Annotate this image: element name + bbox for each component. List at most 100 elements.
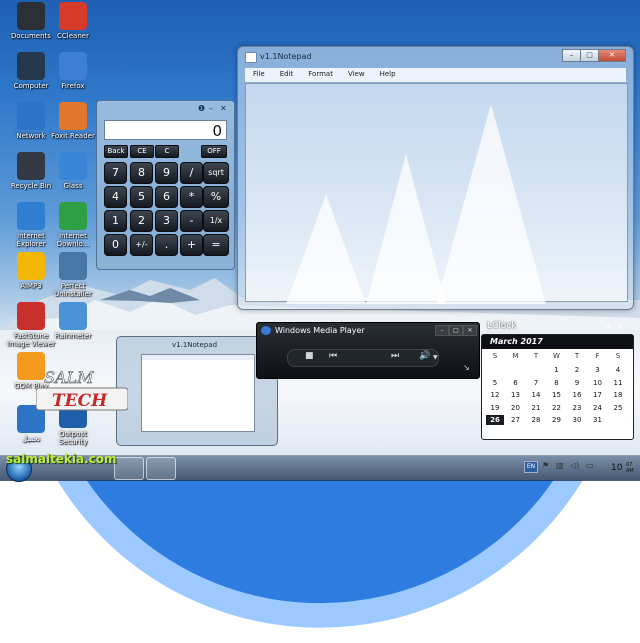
calendar-day[interactable]: 23 — [568, 403, 586, 413]
calc-key[interactable]: 7 — [104, 162, 127, 184]
calc-key[interactable]: 0 — [104, 234, 127, 256]
calc-key[interactable]: 5 — [130, 186, 153, 208]
next-icon[interactable]: ⏭ — [391, 351, 399, 361]
calc-key[interactable]: * — [180, 186, 203, 208]
calc-key[interactable]: 1 — [104, 210, 127, 232]
minus-icon[interactable]: – — [209, 104, 213, 113]
calendar: March 2017 S M T W T F S 1 2 3 4 5 6 7 8 9 10 11 12 13 14 15 1… — [481, 334, 634, 440]
language-indicator[interactable]: EN — [524, 461, 538, 473]
stop-icon[interactable]: ■ — [305, 351, 314, 361]
desktop-icon-raindrop[interactable]: Rainmeter — [48, 302, 98, 350]
calendar-day[interactable]: 2 — [568, 365, 586, 375]
minimize-icon[interactable]: – — [562, 49, 581, 62]
volume-icon[interactable]: 🔊 — [419, 351, 430, 361]
calculator-widget[interactable]: ❶ – ✕ 0 Back CE C OFF 7 8 9/sqrt 4 5 6 *% 1 2 3-1/x 0 +… — [96, 100, 235, 270]
calendar-day[interactable]: 30 — [568, 415, 586, 425]
notepad-text-area[interactable] — [245, 83, 628, 304]
calc-key[interactable]: 9 — [155, 162, 178, 184]
restore-icon[interactable]: □ — [449, 325, 463, 336]
calc-off-button[interactable]: OFF — [201, 145, 227, 158]
pin-icon[interactable]: ⊿ — [605, 322, 611, 330]
calendar-day[interactable]: 3 — [589, 365, 607, 375]
thumbnail-window-preview[interactable] — [141, 354, 255, 432]
calendar-day[interactable]: 6 — [507, 378, 525, 388]
calendar-day[interactable]: 5 — [486, 378, 504, 388]
close-icon[interactable]: ✕ — [463, 325, 477, 336]
close-icon[interactable]: ✕ — [220, 104, 227, 113]
calc-back-button[interactable]: Back — [104, 145, 128, 158]
calendar-day[interactable]: 10 — [589, 378, 607, 388]
calc-ce-button[interactable]: CE — [130, 145, 154, 158]
tray-flag-icon[interactable]: ⚑ — [542, 461, 549, 470]
clock-widget[interactable]: LClock ⊿ ✕ March 2017 S M T W T F S 1 2 3 4 5 6 7 8 9 10… — [481, 320, 634, 440]
calendar-day[interactable]: 14 — [527, 390, 545, 400]
tray-battery-icon[interactable]: ▭ — [586, 461, 594, 470]
calc-key[interactable]: sqrt — [203, 162, 229, 184]
calendar-day[interactable]: 1 — [548, 365, 566, 375]
calendar-day[interactable]: 25 — [609, 403, 627, 413]
calendar-day[interactable]: 17 — [589, 390, 607, 400]
calendar-day[interactable]: 28 — [527, 415, 545, 425]
desktop-icon-trash[interactable]: Perfect Uninstaller — [48, 252, 98, 300]
calc-key[interactable]: 2 — [130, 210, 153, 232]
menu-format[interactable]: Format — [300, 68, 340, 82]
notepad-window[interactable]: v1.1Notepad – □ ✕ File Edit Format View … — [237, 46, 634, 310]
minimize-icon[interactable]: – — [435, 325, 449, 336]
close-icon[interactable]: ✕ — [617, 322, 623, 330]
calendar-day[interactable]: 20 — [507, 403, 525, 413]
calendar-day[interactable]: 4 — [609, 365, 627, 375]
desktop-icon-pdf[interactable]: Foxit Reader — [48, 102, 98, 150]
calendar-day[interactable]: 9 — [568, 378, 586, 388]
calc-c-button[interactable]: C — [155, 145, 179, 158]
menu-edit[interactable]: Edit — [272, 68, 301, 82]
calc-key[interactable]: . — [155, 234, 178, 256]
dropdown-icon[interactable]: ▼ — [433, 354, 438, 361]
calendar-day[interactable]: 7 — [527, 378, 545, 388]
calendar-day[interactable]: 12 — [486, 390, 504, 400]
desktop-icon-firefox[interactable]: Firefox — [48, 52, 98, 100]
menu-file[interactable]: File — [245, 68, 272, 82]
calendar-day[interactable]: 16 — [568, 390, 586, 400]
calendar-day[interactable]: 24 — [589, 403, 607, 413]
tray-volume-icon[interactable]: ◁) — [570, 461, 579, 470]
calc-key[interactable]: 3 — [155, 210, 178, 232]
desktop-icon-ccleaner[interactable]: CCleaner — [48, 2, 98, 50]
calc-key[interactable]: 4 — [104, 186, 127, 208]
calendar-day[interactable]: 13 — [507, 390, 525, 400]
taskbar-button-notepad[interactable] — [146, 457, 176, 480]
calc-key[interactable]: 6 — [155, 186, 178, 208]
media-player-widget[interactable]: Windows Media Player – □ ✕ ■ ⏮ ⏭ 🔊 ▼ ↘ — [256, 322, 480, 379]
desktop-icon-windows-flag[interactable]: Glass — [48, 152, 98, 200]
calendar-day[interactable]: 15 — [548, 390, 566, 400]
desktop-icon-download[interactable]: Internet Downlo... — [48, 202, 98, 250]
tray-clock[interactable]: 10 — [611, 463, 622, 473]
calc-key[interactable]: + — [180, 234, 203, 256]
tray-network-icon[interactable]: ▥ — [556, 461, 564, 470]
menu-help[interactable]: Help — [372, 68, 403, 82]
calc-key[interactable]: +/- — [130, 234, 153, 256]
calendar-day[interactable]: 22 — [548, 403, 566, 413]
calendar-today[interactable]: 26 — [486, 415, 504, 425]
calendar-day[interactable]: 19 — [486, 403, 504, 413]
calc-key[interactable]: / — [180, 162, 203, 184]
menu-view[interactable]: View — [340, 68, 372, 82]
previous-icon[interactable]: ⏮ — [329, 351, 337, 361]
taskbar-button-media-player[interactable] — [114, 457, 144, 480]
info-icon[interactable]: ❶ — [198, 104, 205, 113]
calc-key[interactable]: - — [180, 210, 203, 232]
calc-key[interactable]: 1/x — [203, 210, 229, 232]
calc-key[interactable]: % — [203, 186, 229, 208]
calendar-day[interactable]: 8 — [548, 378, 566, 388]
calendar-day[interactable]: 18 — [609, 390, 627, 400]
maximize-icon[interactable]: □ — [580, 49, 599, 62]
calendar-day[interactable]: 31 — [589, 415, 607, 425]
close-icon[interactable]: ✕ — [598, 49, 626, 62]
switch-to-library-icon[interactable]: ↘ — [463, 363, 470, 372]
calendar-day[interactable]: 29 — [548, 415, 566, 425]
calendar-day[interactable]: 11 — [609, 378, 627, 388]
calendar-day[interactable]: 21 — [527, 403, 545, 413]
calc-key[interactable]: = — [203, 234, 229, 256]
taskbar-thumbnail-preview[interactable]: v1.1Notepad ✕ — [116, 336, 278, 446]
calc-key[interactable]: 8 — [130, 162, 153, 184]
calendar-day[interactable]: 27 — [507, 415, 525, 425]
